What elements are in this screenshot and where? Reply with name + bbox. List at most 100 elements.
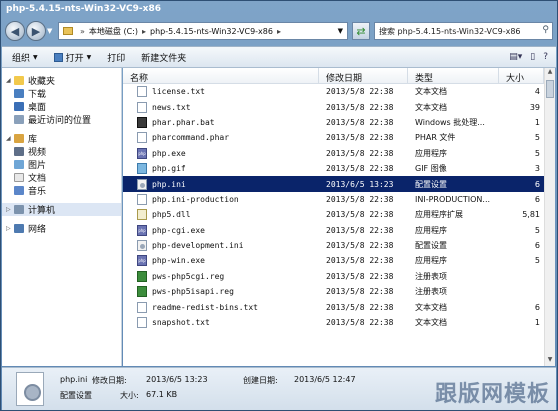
file-name-cell[interactable]: php.ini-production xyxy=(123,193,319,205)
column-date[interactable]: 修改日期 xyxy=(319,68,408,83)
detail-size-label: 大小: xyxy=(120,391,139,400)
window-title: php-5.4.15-nts-Win32-VC9-x86 xyxy=(6,4,161,14)
nav-documents[interactable]: 文档 xyxy=(2,171,121,184)
file-row[interactable]: php php-cgi.exe 2013/5/8 22:38 应用程序 5 xyxy=(123,223,544,238)
file-row[interactable]: php php.exe 2013/5/8 22:38 应用程序 5 xyxy=(123,146,544,161)
file-row[interactable]: phar.phar.bat 2013/5/8 22:38 Windows 批处理..… xyxy=(123,115,544,130)
nav-label: 桌面 xyxy=(28,103,47,113)
refresh-button[interactable]: ⇄ xyxy=(352,22,370,40)
column-name[interactable]: 名称 xyxy=(123,68,319,83)
file-row[interactable]: license.txt 2013/5/8 22:38 文本文档 4 xyxy=(123,84,544,99)
nav-downloads[interactable]: 下载 xyxy=(2,87,121,100)
vertical-scrollbar[interactable]: ▲ ▼ xyxy=(544,68,555,366)
nav-videos[interactable]: 视频 xyxy=(2,145,121,158)
nav-desktop[interactable]: 桌面 xyxy=(2,100,121,113)
file-row[interactable]: php.ini 2013/6/5 13:23 配置设置 6 xyxy=(123,176,544,192)
file-name-cell[interactable]: pws-php5isapi.reg xyxy=(123,286,319,298)
nav-music[interactable]: 音乐 xyxy=(2,184,121,197)
file-type: 文本文档 xyxy=(415,302,447,312)
address-bar[interactable]: » 本地磁盘 (C:) ▸ php-5.4.15-nts-Win32-VC9-x… xyxy=(58,22,348,40)
file-row[interactable]: snapshot.txt 2013/5/8 22:38 文本文档 1 xyxy=(123,315,544,330)
file-row[interactable]: pws-php5isapi.reg 2013/5/8 22:38 注册表项 xyxy=(123,284,544,299)
file-name-cell[interactable]: news.txt xyxy=(123,101,319,113)
image-file-icon xyxy=(137,163,147,175)
scroll-down-icon[interactable]: ▼ xyxy=(545,356,555,366)
breadcrumb-chevron-icon[interactable]: ▸ xyxy=(142,27,146,36)
file-size: 6 xyxy=(534,179,540,189)
back-button[interactable]: ◀ xyxy=(5,21,25,41)
file-row[interactable]: php5.dll 2013/5/8 22:38 应用程序扩展 5,81 xyxy=(123,207,544,222)
file-name-cell[interactable]: php php-cgi.exe xyxy=(123,224,319,236)
file-name-cell[interactable]: pws-php5cgi.reg xyxy=(123,270,319,282)
breadcrumb-chevron-icon[interactable]: » xyxy=(80,27,85,36)
breadcrumb-chevron-icon[interactable]: ▸ xyxy=(277,27,281,36)
file-name-cell[interactable]: snapshot.txt xyxy=(123,317,319,329)
scroll-up-icon[interactable]: ▲ xyxy=(545,68,555,78)
ini-file-icon xyxy=(137,240,147,252)
file-name: php-cgi.exe xyxy=(152,225,205,235)
recent-pages-dropdown[interactable]: ▼ xyxy=(47,27,52,35)
file-row[interactable]: news.txt 2013/5/8 22:38 文本文档 39 xyxy=(123,99,544,114)
file-name-cell[interactable]: pharcommand.phar xyxy=(123,132,319,144)
column-size[interactable]: 大小 xyxy=(499,68,544,83)
address-dropdown-icon[interactable]: ▼ xyxy=(338,27,343,35)
expand-icon[interactable]: ▷ xyxy=(6,225,14,232)
file-name-cell[interactable]: php.gif xyxy=(123,163,319,175)
file-row[interactable]: php.gif 2013/5/8 22:38 GIF 图像 3 xyxy=(123,161,544,176)
file-name-cell[interactable]: php5.dll xyxy=(123,209,319,221)
file-date: 2013/5/8 22:38 xyxy=(326,87,394,97)
file-row[interactable]: php-development.ini 2013/5/8 22:38 配置设置 6 xyxy=(123,238,544,253)
file-row[interactable]: php.ini-production 2013/5/8 22:38 INI-PROD… xyxy=(123,192,544,207)
expand-icon[interactable]: ◢ xyxy=(6,77,14,84)
nav-computer[interactable]: ▷ 计算机 xyxy=(2,203,121,216)
nav-label: 收藏夹 xyxy=(28,77,56,87)
file-name: pharcommand.phar xyxy=(152,133,230,143)
open-button[interactable]: 打开 ▼ xyxy=(53,51,91,64)
nav-recent[interactable]: 最近访问的位置 xyxy=(2,113,121,126)
file-name-cell[interactable]: php php.exe xyxy=(123,147,319,159)
file-name-cell[interactable]: phar.phar.bat xyxy=(123,116,319,128)
nav-libraries[interactable]: ◢ 库 xyxy=(2,132,121,145)
print-button[interactable]: 打印 xyxy=(107,51,125,64)
text-file-icon xyxy=(137,193,147,205)
preview-pane-icon[interactable]: ▯ xyxy=(530,52,535,62)
help-icon[interactable]: ? xyxy=(543,52,548,62)
scroll-thumb[interactable] xyxy=(546,80,554,98)
ini-file-icon xyxy=(137,178,147,190)
file-name-cell[interactable]: readme-redist-bins.txt xyxy=(123,301,319,313)
new-folder-button[interactable]: 新建文件夹 xyxy=(141,51,186,64)
file-size: 5 xyxy=(534,148,540,158)
search-icon[interactable]: ⚲ xyxy=(542,25,549,35)
view-options-icon[interactable]: ▤▾ xyxy=(509,52,522,62)
address-row: ◀ ▶ ▼ » 本地磁盘 (C:) ▸ php-5.4.15-nts-Win32… xyxy=(3,19,555,45)
file-name: pws-php5isapi.reg xyxy=(152,287,234,297)
file-row[interactable]: php php-win.exe 2013/5/8 22:38 应用程序 5 xyxy=(123,253,544,268)
nav-favorites[interactable]: ◢ 收藏夹 xyxy=(2,74,121,87)
file-name-cell[interactable]: license.txt xyxy=(123,86,319,98)
file-name: php-development.ini xyxy=(152,241,244,251)
column-type[interactable]: 类型 xyxy=(408,68,499,83)
file-name-cell[interactable]: php-development.ini xyxy=(123,240,319,252)
nav-label: 文档 xyxy=(28,174,47,184)
file-row[interactable]: readme-redist-bins.txt 2013/5/8 22:38 文本文档… xyxy=(123,299,544,314)
nav-label: 图片 xyxy=(28,161,47,171)
file-row[interactable]: pws-php5cgi.reg 2013/5/8 22:38 注册表项 xyxy=(123,269,544,284)
breadcrumb-folder[interactable]: php-5.4.15-nts-Win32-VC9-x86 xyxy=(150,27,273,36)
expand-icon[interactable]: ▷ xyxy=(6,206,14,213)
file-date: 2013/5/8 22:38 xyxy=(326,102,394,112)
file-type: 应用程序扩展 xyxy=(415,210,463,220)
organize-button[interactable]: 组织 ▼ xyxy=(12,51,38,64)
file-row[interactable]: pharcommand.phar 2013/5/8 22:38 PHAR 文件 5 xyxy=(123,130,544,145)
breadcrumb-drive[interactable]: 本地磁盘 (C:) xyxy=(89,26,138,37)
file-name-cell[interactable]: php.ini xyxy=(123,178,319,190)
file-name: pws-php5cgi.reg xyxy=(152,271,225,281)
expand-icon[interactable]: ◢ xyxy=(6,135,14,142)
text-file-icon xyxy=(137,86,147,98)
nav-pictures[interactable]: 图片 xyxy=(2,158,121,171)
search-input[interactable]: 搜索 php-5.4.15-nts-Win32-VC9-x86 ⚲ xyxy=(374,22,553,40)
file-name: php-win.exe xyxy=(152,256,205,266)
forward-button[interactable]: ▶ xyxy=(26,21,46,41)
file-size: 1 xyxy=(534,117,540,127)
file-name-cell[interactable]: php php-win.exe xyxy=(123,255,319,267)
nav-network[interactable]: ▷ 网络 xyxy=(2,222,121,235)
